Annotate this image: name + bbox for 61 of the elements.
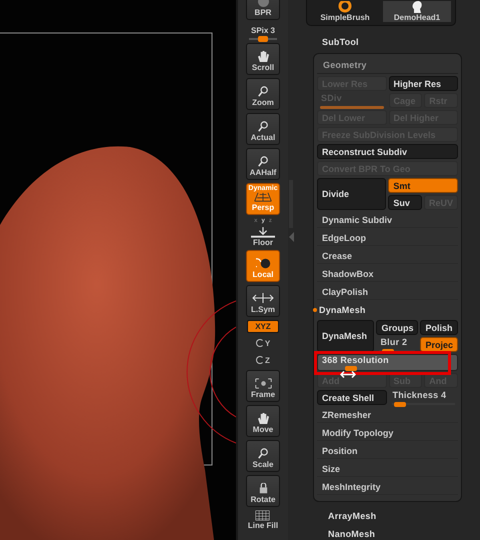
slider-thumb[interactable] — [345, 366, 358, 371]
toolbar-button[interactable]: Frame — [246, 370, 280, 402]
menu-item[interactable]: EdgeLoop — [317, 230, 458, 246]
menu-item[interactable]: NanoMesh — [328, 529, 460, 539]
toolbar-button[interactable]: Floor — [251, 227, 275, 247]
frame-corners-icon — [254, 378, 272, 389]
magnifier-icon — [258, 156, 268, 167]
slider-thumb[interactable] — [394, 402, 406, 407]
toolbar-button[interactable]: Scale — [246, 440, 280, 472]
panel-button[interactable]: Higher Res — [388, 76, 458, 91]
padlock-icon — [258, 483, 268, 494]
panel-button[interactable]: Smt — [388, 178, 458, 193]
toolbar-button[interactable]: Rotate — [246, 475, 280, 507]
menu-item[interactable]: ZRemesher — [317, 407, 458, 423]
toolbar-button[interactable]: Scroll — [246, 43, 280, 75]
hand-icon — [258, 51, 268, 62]
floor-icon — [251, 227, 275, 238]
panel-button[interactable]: Suv — [388, 195, 422, 210]
menu-item[interactable]: ClayPolish — [317, 284, 458, 300]
hand-icon — [258, 413, 268, 424]
brush-thumbnail[interactable]: DemoHead1 — [383, 1, 451, 22]
menu-item[interactable]: ArrayMesh — [328, 511, 460, 521]
resize-cursor-icon — [340, 371, 356, 378]
toolbar-button[interactable]: Line Fill — [248, 510, 278, 530]
rotate-axis-button[interactable]: Y — [256, 336, 270, 350]
menu-item[interactable]: Size — [317, 461, 458, 477]
slider[interactable]: Thickness 4 — [388, 390, 458, 405]
toolbar-button[interactable]: Actual — [246, 113, 280, 145]
magnifier-icon — [258, 448, 268, 459]
panel-button[interactable]: Polish — [420, 320, 458, 335]
panel-button[interactable]: Create Shell — [317, 390, 386, 405]
slider-label: SPix 3 — [250, 26, 275, 35]
rotate-arrow-icon — [256, 258, 270, 269]
panel-button[interactable]: Reconstruct Subdiv — [317, 144, 458, 159]
menu-item[interactable]: Modify Topology — [317, 425, 458, 441]
rotate-axis-button[interactable]: Z — [256, 353, 270, 367]
toolbar-button[interactable]: L.Sym — [246, 285, 280, 317]
perspective-grid-icon — [253, 192, 273, 202]
toolbar-button[interactable]: BPR — [246, 0, 280, 20]
toolbar-button[interactable]: AAHalf — [246, 148, 280, 180]
panel-button[interactable]: Groups — [376, 320, 418, 335]
toolbar-button[interactable]: Zoom — [246, 78, 280, 110]
subtool-header[interactable]: SubTool — [322, 37, 460, 47]
menu-item[interactable]: Dynamic Subdiv — [317, 212, 458, 228]
panel-button[interactable]: Divide — [317, 178, 386, 210]
menu-item[interactable]: ShadowBox — [317, 266, 458, 282]
menu-item[interactable]: Crease — [317, 248, 458, 264]
menu-item[interactable]: Position — [317, 443, 458, 459]
panel-button[interactable]: DynaMesh — [317, 320, 374, 352]
slider-thumb[interactable] — [258, 36, 268, 42]
menu-item[interactable]: MeshIntegrity — [317, 479, 458, 495]
geometry-header[interactable]: Geometry — [317, 56, 458, 74]
section-header[interactable]: DynaMesh — [319, 302, 366, 318]
grid-icon — [255, 510, 270, 521]
panel-button[interactable]: Projec — [420, 337, 458, 352]
magnifier-icon — [258, 121, 268, 132]
axis-toggle-button[interactable]: XYZ — [247, 320, 279, 333]
double-arrow-icon — [252, 293, 274, 304]
magnifier-icon — [258, 86, 268, 97]
brush-thumbnail[interactable]: SimpleBrush — [311, 1, 379, 22]
toolbar-button[interactable]: Move — [246, 405, 280, 437]
